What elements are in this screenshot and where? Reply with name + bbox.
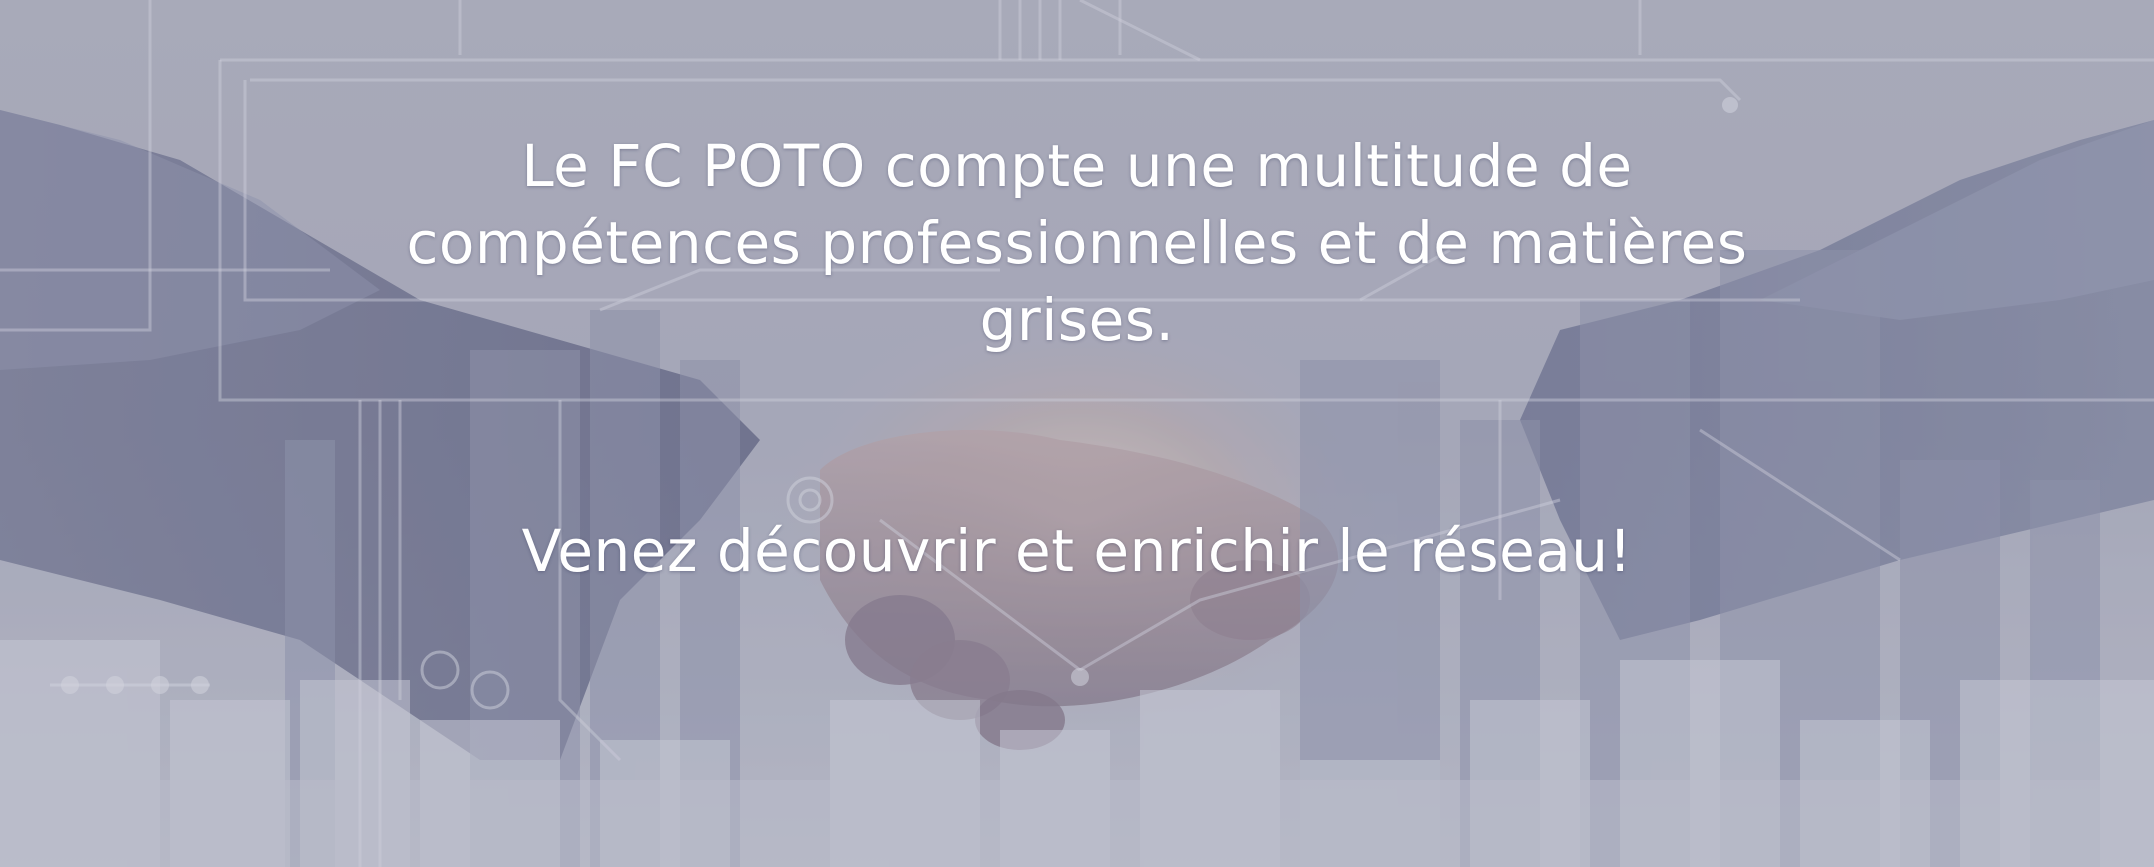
hero-headline: Le FC POTO compte une multitude de compé…	[0, 128, 2154, 359]
headline-line-1: Le FC POTO compte une multitude de	[521, 132, 1633, 200]
hero-subline: Venez découvrir et enrichir le réseau!	[521, 517, 1633, 585]
headline-line-3: grises.	[979, 286, 1175, 354]
headline-line-2: compétences professionnelles et de matiè…	[406, 209, 1748, 277]
hero-banner: Le FC POTO compte une multitude de compé…	[0, 0, 2154, 867]
